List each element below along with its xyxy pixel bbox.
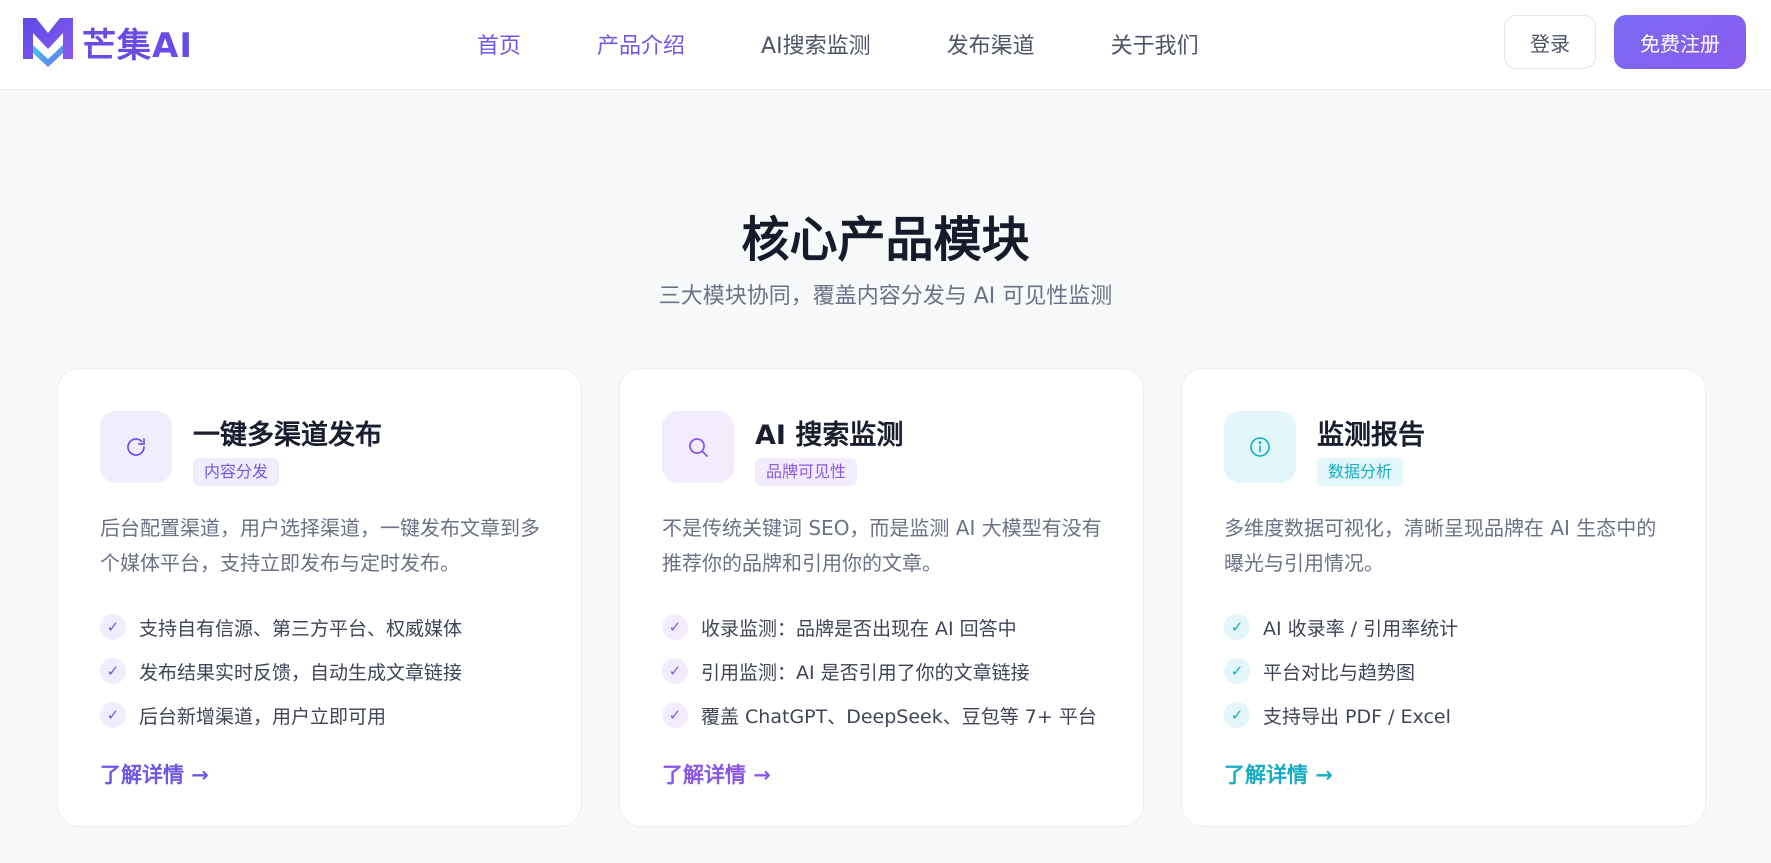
card-title: 一键多渠道发布: [193, 420, 382, 451]
product-card-ai-search: AI 搜索监测 品牌可见性 不是传统关键词 SEO，而是监测 AI 大模型有没有…: [619, 368, 1144, 827]
feature-text: 支持导出 PDF / Excel: [1263, 705, 1451, 728]
feature-text: 引用监测：AI 是否引用了你的文章链接: [701, 661, 1030, 684]
card-title: 监测报告: [1317, 420, 1425, 451]
card-icon-box: [662, 411, 734, 483]
feature-text: 支持自有信源、第三方平台、权威媒体: [139, 617, 463, 640]
feature-item: ✓ 覆盖 ChatGPT、DeepSeek、豆包等 7+ 平台: [662, 693, 1097, 737]
nav-home[interactable]: 首页: [477, 28, 521, 62]
logo[interactable]: 芒集AI: [20, 16, 193, 68]
product-card-publish: 一键多渠道发布 内容分发 后台配置渠道，用户选择渠道，一键发布文章到多个媒体平台…: [57, 368, 582, 827]
feature-item: ✓ 发布结果实时反馈，自动生成文章链接: [100, 649, 462, 693]
main-nav: 首页 产品介绍 AI搜索监测 发布渠道 关于我们: [477, 28, 1199, 62]
feature-item: ✓ 支持自有信源、第三方平台、权威媒体: [100, 605, 462, 649]
card-icon-box: [1224, 411, 1296, 483]
card-description: 多维度数据可视化，清晰呈现品牌在 AI 生态中的曝光与引用情况。: [1224, 516, 1657, 575]
feature-text: 后台新增渠道，用户立即可用: [139, 705, 387, 728]
login-button[interactable]: 登录: [1504, 15, 1596, 69]
learn-more-link[interactable]: 了解详情 →: [1224, 759, 1333, 789]
check-icon: ✓: [662, 658, 688, 684]
info-icon: [1250, 437, 1270, 457]
card-tag: 内容分发: [193, 458, 280, 486]
learn-more-link[interactable]: 了解详情 →: [100, 759, 209, 789]
card-tag: 品牌可见性: [755, 458, 858, 486]
search-icon: [689, 438, 708, 457]
check-icon: ✓: [1224, 702, 1250, 728]
section-subtitle: 三大模块协同，覆盖内容分发与 AI 可见性监测: [658, 284, 1113, 309]
feature-item: ✓ 后台新增渠道，用户立即可用: [100, 693, 462, 737]
feature-list: ✓ 收录监测：品牌是否出现在 AI 回答中 ✓ 引用监测：AI 是否引用了你的文章链…: [662, 605, 1097, 737]
check-icon: ✓: [100, 614, 126, 640]
check-icon: ✓: [662, 702, 688, 728]
card-tag: 数据分析: [1317, 458, 1404, 486]
feature-text: 收录监测：品牌是否出现在 AI 回答中: [701, 617, 1017, 640]
logo-text: 芒集AI: [82, 25, 193, 66]
card-icon-box: [100, 411, 172, 483]
nav-channels[interactable]: 发布渠道: [947, 28, 1035, 62]
feature-item: ✓ 收录监测：品牌是否出现在 AI 回答中: [662, 605, 1097, 649]
feature-list: ✓ 支持自有信源、第三方平台、权威媒体 ✓ 发布结果实时反馈，自动生成文章链接 ✓ 后…: [100, 605, 462, 737]
card-title: AI 搜索监测: [755, 420, 904, 451]
feature-text: 平台对比与趋势图: [1263, 661, 1416, 684]
nav-product[interactable]: 产品介绍: [597, 28, 685, 62]
register-button[interactable]: 免费注册: [1614, 15, 1746, 69]
learn-more-link[interactable]: 了解详情 →: [662, 759, 771, 789]
top-header: 芒集AI 首页 产品介绍 AI搜索监测 发布渠道 关于我们 登录 免费注册: [0, 0, 1771, 90]
feature-text: AI 收录率 / 引用率统计: [1263, 617, 1459, 640]
check-icon: ✓: [662, 614, 688, 640]
card-description: 不是传统关键词 SEO，而是监测 AI 大模型有没有推荐你的品牌和引用你的文章。: [662, 516, 1102, 575]
feature-item: ✓ AI 收录率 / 引用率统计: [1224, 605, 1458, 649]
nav-about[interactable]: 关于我们: [1111, 28, 1199, 62]
card-description: 后台配置渠道，用户选择渠道，一键发布文章到多个媒体平台，支持立即发布与定时发布。: [100, 516, 540, 575]
nav-ai-search-monitor[interactable]: AI搜索监测: [761, 28, 871, 62]
section-title: 核心产品模块: [741, 212, 1030, 268]
feature-text: 覆盖 ChatGPT、DeepSeek、豆包等 7+ 平台: [701, 705, 1097, 728]
feature-item: ✓ 平台对比与趋势图: [1224, 649, 1458, 693]
check-icon: ✓: [100, 702, 126, 728]
logo-mark-icon: [23, 18, 73, 67]
check-icon: ✓: [1224, 658, 1250, 684]
feature-item: ✓ 支持导出 PDF / Excel: [1224, 693, 1458, 737]
check-icon: ✓: [100, 658, 126, 684]
feature-list: ✓ AI 收录率 / 引用率统计 ✓ 平台对比与趋势图 ✓ 支持导出 PDF / Ex…: [1224, 605, 1458, 737]
refresh-icon: [127, 438, 145, 456]
check-icon: ✓: [1224, 614, 1250, 640]
product-card-report: 监测报告 数据分析 多维度数据可视化，清晰呈现品牌在 AI 生态中的曝光与引用情…: [1181, 368, 1706, 827]
feature-text: 发布结果实时反馈，自动生成文章链接: [139, 661, 463, 684]
feature-item: ✓ 引用监测：AI 是否引用了你的文章链接: [662, 649, 1097, 693]
